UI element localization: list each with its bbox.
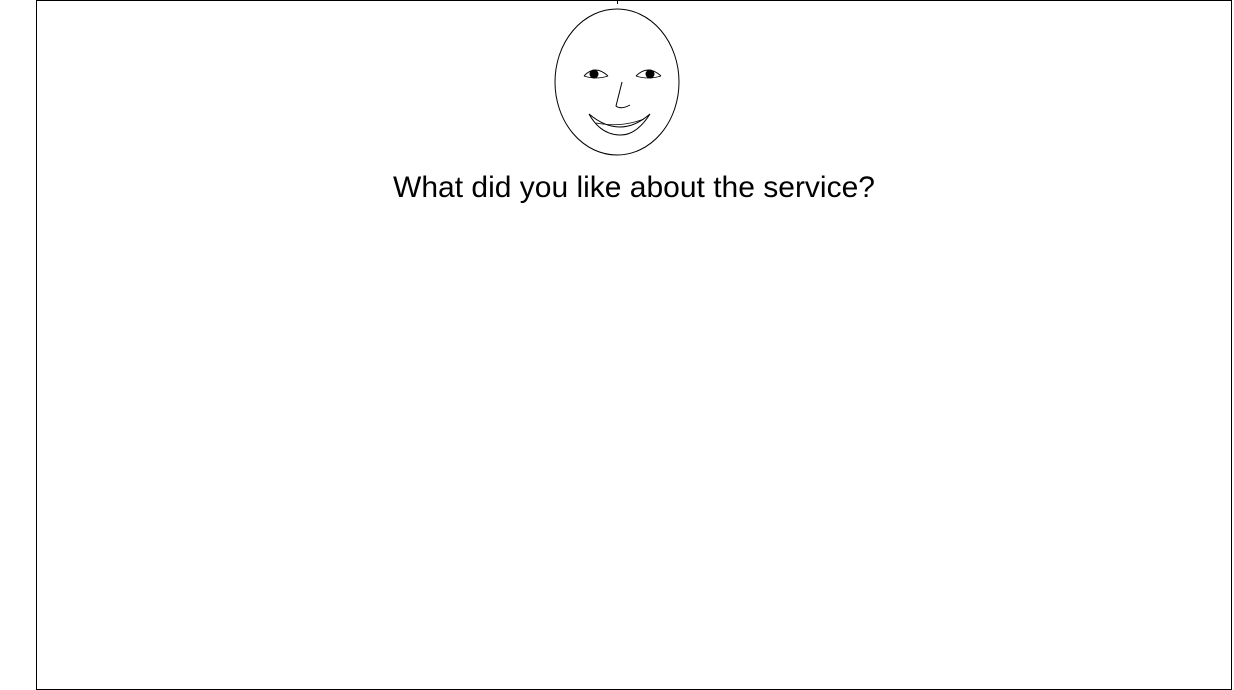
answer-area[interactable] [60, 225, 1210, 665]
question-text: What did you like about the service? [393, 171, 875, 204]
smiley-face-icon [554, 8, 680, 156]
top-divider-tick [617, 0, 618, 4]
